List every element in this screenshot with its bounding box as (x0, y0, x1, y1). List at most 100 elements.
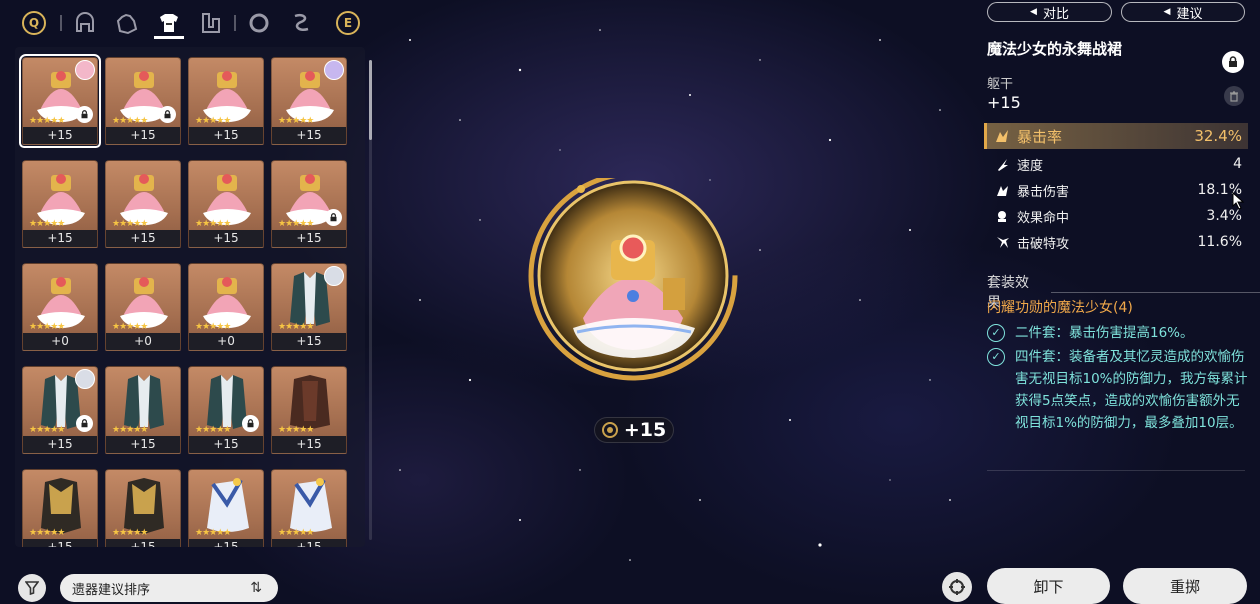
relic-item-14[interactable]: ★★★★★ +15 (105, 366, 181, 454)
sort-dropdown[interactable]: 遗器建议排序 ⇅ (60, 574, 278, 602)
tab-separator (60, 15, 62, 31)
relic-level-label: +15 (23, 127, 97, 144)
tab-head[interactable] (64, 7, 106, 39)
relic-item-18[interactable]: ★★★★★ +15 (105, 469, 181, 547)
crit-rate-icon (991, 128, 1013, 144)
relic-level-label: +0 (23, 333, 97, 350)
equipped-character-avatar (324, 60, 344, 80)
relic-item-5[interactable]: ★★★★★ +15 (22, 160, 98, 248)
sort-order-icon[interactable]: ⇅ (250, 580, 262, 596)
compare-label: 对比 (1042, 6, 1069, 22)
relic-level-label: +15 (23, 436, 97, 453)
relic-coat-art (124, 375, 164, 429)
rarity-stars: ★★★★★ (195, 116, 231, 126)
relic-slot-tabs: Q E (22, 6, 367, 40)
lock-icon (325, 209, 342, 226)
lock-icon (76, 415, 93, 432)
equipped-character-avatar (75, 369, 95, 389)
sub-stat-row: 击破特攻 11.6% (987, 229, 1245, 255)
effect-hit-icon (991, 209, 1013, 224)
relic-item-8[interactable]: ★★★★★ +15 (271, 160, 347, 248)
relic-cape-art (290, 478, 332, 532)
relic-slot-name: 躯干 (987, 77, 1014, 92)
tab-sphere[interactable] (238, 7, 280, 39)
rarity-stars: ★★★★★ (112, 425, 148, 435)
lock-toggle[interactable] (1222, 51, 1244, 73)
sub-stat-value: 11.6% (1197, 234, 1242, 250)
set-effect-item: ✓ 四件套：装备者及其忆灵造成的欢愉伤害无视目标10%的防御力，我方每累计获得5… (987, 346, 1249, 434)
relic-inventory-panel: ★★★★★ +15 ★★★★★ +15 ★★★★★ +15 ★★★★★ +15 ★★★★★ +15… (15, 47, 365, 547)
sub-stat-row: 暴击伤害 18.1% (987, 177, 1245, 203)
rarity-stars: ★★★★★ (278, 528, 314, 538)
relic-dress-art (203, 174, 251, 225)
relic-name: 魔法少女的永舞战裙 (987, 40, 1123, 58)
relic-level: +15 (987, 93, 1021, 112)
relic-level-badge: +15 (594, 417, 674, 443)
relic-item-11[interactable]: ★★★★★ +0 (188, 263, 264, 351)
relic-item-15[interactable]: ★★★★★ +15 (188, 366, 264, 454)
sub-stat-value: 3.4% (1206, 208, 1242, 224)
relic-item-7[interactable]: ★★★★★ +15 (188, 160, 264, 248)
suggest-button[interactable]: ◀ 建议 (1121, 2, 1245, 22)
relic-item-1[interactable]: ★★★★★ +15 (19, 54, 101, 148)
sub-stat-label: 击破特攻 (1017, 236, 1070, 252)
rarity-stars: ★★★★★ (112, 528, 148, 538)
relic-dress-art (37, 277, 85, 328)
inventory-scrollbar[interactable] (369, 60, 372, 540)
sub-stat-value: 4 (1233, 156, 1242, 172)
rarity-stars: ★★★★★ (29, 528, 65, 538)
relic-item-20[interactable]: ★★★★★ +15 (271, 469, 347, 547)
tab-feet[interactable] (190, 7, 232, 39)
relic-detail-panel: ◀ 对比 ◀ 建议 魔法少女的永舞战裙 躯干 +15 暴击率 32.4% 速度 … (978, 0, 1260, 604)
relic-item-17[interactable]: ★★★★★ +15 (22, 469, 98, 547)
rarity-stars: ★★★★★ (195, 322, 231, 332)
filter-button[interactable] (18, 574, 46, 602)
lock-icon (159, 106, 176, 123)
main-stat-row: 暴击率 32.4% (984, 123, 1248, 149)
relic-item-6[interactable]: ★★★★★ +15 (105, 160, 181, 248)
rope-icon (294, 14, 309, 31)
set-effect-text: 四件套：装备者及其忆灵造成的欢愉伤害无视目标10%的防御力，我方每累计获得5点笑… (1015, 349, 1248, 431)
speed-icon (991, 157, 1013, 172)
relic-item-3[interactable]: ★★★★★ +15 (188, 57, 264, 145)
tab-rope[interactable] (280, 7, 322, 39)
relic-swap-button[interactable] (942, 572, 972, 602)
relic-item-10[interactable]: ★★★★★ +0 (105, 263, 181, 351)
relic-item-2[interactable]: ★★★★★ +15 (105, 57, 181, 145)
relic-level-label: +15 (106, 127, 180, 144)
relic-level-label: +15 (189, 539, 263, 547)
rarity-stars: ★★★★★ (278, 322, 314, 332)
rarity-stars: ★★★★★ (195, 425, 231, 435)
level-coin-icon (601, 422, 618, 438)
relic-level-label: +15 (272, 539, 346, 547)
relic-swap-icon (949, 579, 965, 595)
relic-level-label: +15 (272, 333, 346, 350)
relic-item-12[interactable]: ★★★★★ +15 (271, 263, 347, 351)
main-stat-value: 32.4% (1194, 127, 1242, 145)
unequip-button[interactable]: 卸下 (987, 568, 1110, 604)
compare-button[interactable]: ◀ 对比 (987, 2, 1112, 22)
relic-dress-art (120, 174, 168, 225)
sub-stat-row: 效果命中 3.4% (987, 203, 1245, 229)
relic-item-19[interactable]: ★★★★★ +15 (188, 469, 264, 547)
relic-brown-art (290, 375, 330, 429)
equipped-character-avatar (75, 60, 95, 80)
rarity-stars: ★★★★★ (29, 116, 65, 126)
set-name: 闪耀功勋的魔法少女(4) (987, 300, 1133, 316)
relic-level-label: +0 (106, 333, 180, 350)
prev-tab-key[interactable]: Q (22, 11, 46, 35)
reforge-button[interactable]: 重掷 (1123, 568, 1247, 604)
scrollbar-thumb[interactable] (369, 60, 372, 140)
relic-item-16[interactable]: ★★★★★ +15 (271, 366, 347, 454)
next-tab-key[interactable]: E (336, 11, 360, 35)
main-stat-label: 暴击率 (1017, 127, 1063, 146)
relic-item-9[interactable]: ★★★★★ +0 (22, 263, 98, 351)
crit-dmg-icon (991, 183, 1013, 198)
relic-item-13[interactable]: ★★★★★ +15 (22, 366, 98, 454)
sub-stat-label: 效果命中 (1017, 210, 1070, 226)
tab-body[interactable] (148, 7, 190, 39)
boots-icon (202, 13, 220, 33)
relic-item-4[interactable]: ★★★★★ +15 (271, 57, 347, 145)
tab-hands[interactable] (106, 7, 148, 39)
discard-toggle[interactable] (1224, 86, 1244, 106)
